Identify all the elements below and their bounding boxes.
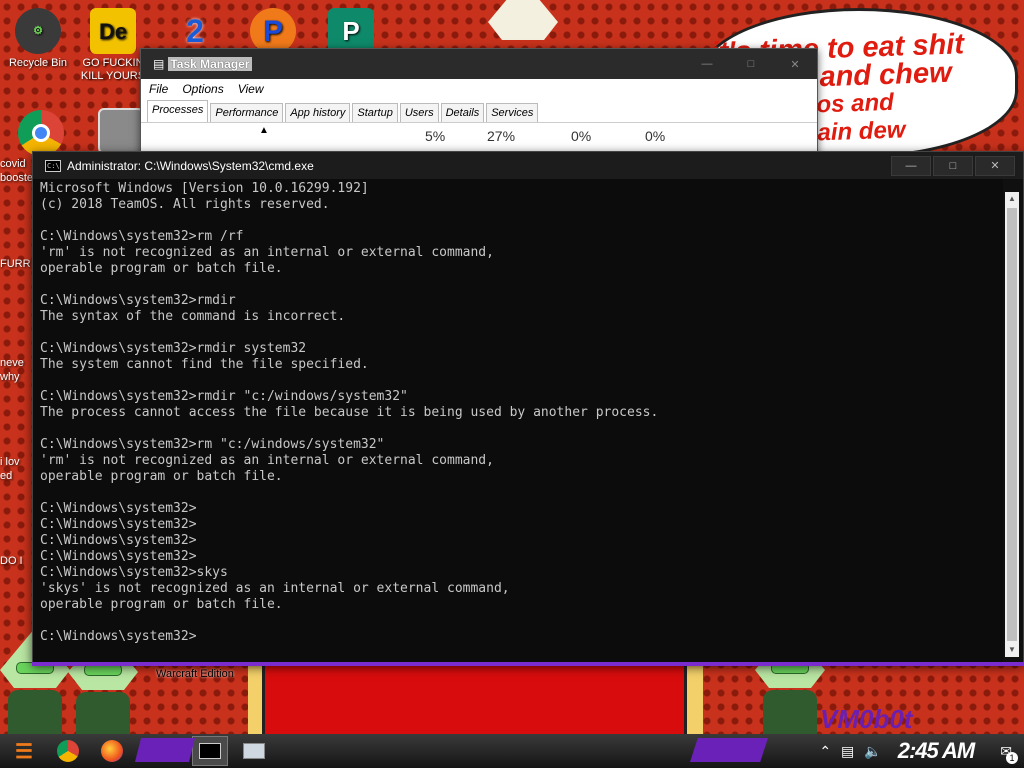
cmd-icon: C:\ [45,159,61,172]
tab-performance[interactable]: Performance [210,103,284,122]
start-button[interactable]: ☰ [6,736,42,766]
cmd-titlebar[interactable]: C:\ Administrator: C:\Windows\System32\c… [33,152,1023,179]
window-stack-icon [98,108,144,154]
sort-up-icon[interactable]: ▲ [259,125,269,136]
desktop-icon-label-fragment: covid [0,158,26,170]
task-manager-menubar: File Options View [141,79,817,99]
taskbar-task-manager[interactable] [236,736,272,766]
taskbar-decoration [135,738,195,762]
tab-startup[interactable]: Startup [352,103,398,122]
wallpaper-stage [262,664,687,734]
cmd-title: Administrator: C:\Windows\System32\cmd.e… [67,158,314,173]
cmd-window[interactable]: C:\ Administrator: C:\Windows\System32\c… [32,151,1024,664]
desktop-icon-label-fragment: why [0,371,20,383]
task-manager-window[interactable]: ▤ Task Manager — □ ✕ File Options View P… [140,48,818,159]
desktop-icon-label-fragment: ed [0,470,13,482]
task-manager-tabs: Processes Performance App history Startu… [141,99,817,123]
desktop-icon-label-fragment: i lov [0,456,20,468]
recycle-bin-icon: ⚙ [15,8,61,54]
menu-view[interactable]: View [238,82,264,96]
taskbar-cmd[interactable] [192,736,228,766]
scroll-down-icon[interactable]: ▼ [1005,643,1019,657]
chevron-up-icon[interactable]: ⌃ [819,743,831,760]
firefox-icon [101,740,123,762]
maximize-button[interactable]: □ [729,58,773,71]
menu-options[interactable]: Options [182,82,223,96]
network-stat[interactable]: 0% [645,128,665,144]
desktop-icon-label: GO FUCKIN KILL YOURS [80,57,146,82]
desktop-icon-de[interactable]: De GO FUCKIN KILL YOURS [80,8,146,83]
scroll-up-icon[interactable]: ▲ [1005,192,1019,206]
desktop-icon-label-fragment: FURR [0,258,31,270]
disk-stat[interactable]: 0% [571,128,591,144]
taskbar-clock[interactable]: 2:45 AM [898,738,976,764]
chrome-icon [18,110,64,156]
de-app-icon: De [90,8,136,54]
menu-file[interactable]: File [149,82,168,96]
tab-app-history[interactable]: App history [285,103,351,122]
tab-services[interactable]: Services [486,103,539,122]
taskbar-decoration [690,738,768,762]
cmd-console-output[interactable]: Microsoft Windows [Version 10.0.16299.19… [33,179,1003,663]
network-icon[interactable]: ▤ [841,743,854,760]
close-button[interactable]: ✕ [773,58,817,71]
chrome-icon [57,740,79,762]
scrollbar-thumb[interactable] [1007,208,1017,641]
console-text: Microsoft Windows [Version 10.0.16299.19… [40,181,659,644]
task-manager-title: Task Manager [168,57,252,71]
wallpaper-edition-label: Warcraft Edition [156,668,234,680]
tab-users[interactable]: Users [399,103,439,122]
cmd-icon [199,743,221,759]
desktop-icon-label-fragment: neve [0,357,24,369]
desktop-icon-label-fragment: booste [0,172,34,184]
tab-processes[interactable]: Processes [147,100,209,122]
system-tray: ⌃ ▤ 🔈 2:45 AM ✉ 1 [809,734,1024,768]
task-manager-icon: ▤ [153,57,165,71]
notification-center-icon[interactable]: ✉ 1 [1000,743,1018,764]
taskbar-chrome[interactable] [50,736,86,766]
desktop-icon-recycle-bin[interactable]: ⚙ Recycle Bin [5,8,71,70]
task-manager-titlebar[interactable]: ▤ Task Manager — □ ✕ [141,49,817,79]
minimize-button[interactable]: — [891,155,931,176]
tab-details[interactable]: Details [440,103,485,122]
notification-badge: 1 [1006,751,1018,764]
close-button[interactable]: ✕ [975,155,1015,176]
taskbar-firefox[interactable] [94,736,130,766]
desktop-icon-label: Recycle Bin [8,57,68,69]
cmd-scrollbar[interactable]: ▲ ▼ [1005,192,1019,657]
taskbar: ☰ ⌃ ▤ 🔈 2:45 AM ✉ 1 [0,734,1024,768]
desktop-icon-label-fragment: DO I [0,555,23,567]
cpu-stat[interactable]: 5% [425,128,445,144]
volume-icon[interactable]: 🔈 [864,743,881,760]
task-manager-icon [243,743,265,759]
memory-stat[interactable]: 27% [487,128,515,144]
maximize-button[interactable]: □ [933,155,973,176]
window-accent-border [32,662,1024,666]
minimize-button[interactable]: — [685,58,729,71]
